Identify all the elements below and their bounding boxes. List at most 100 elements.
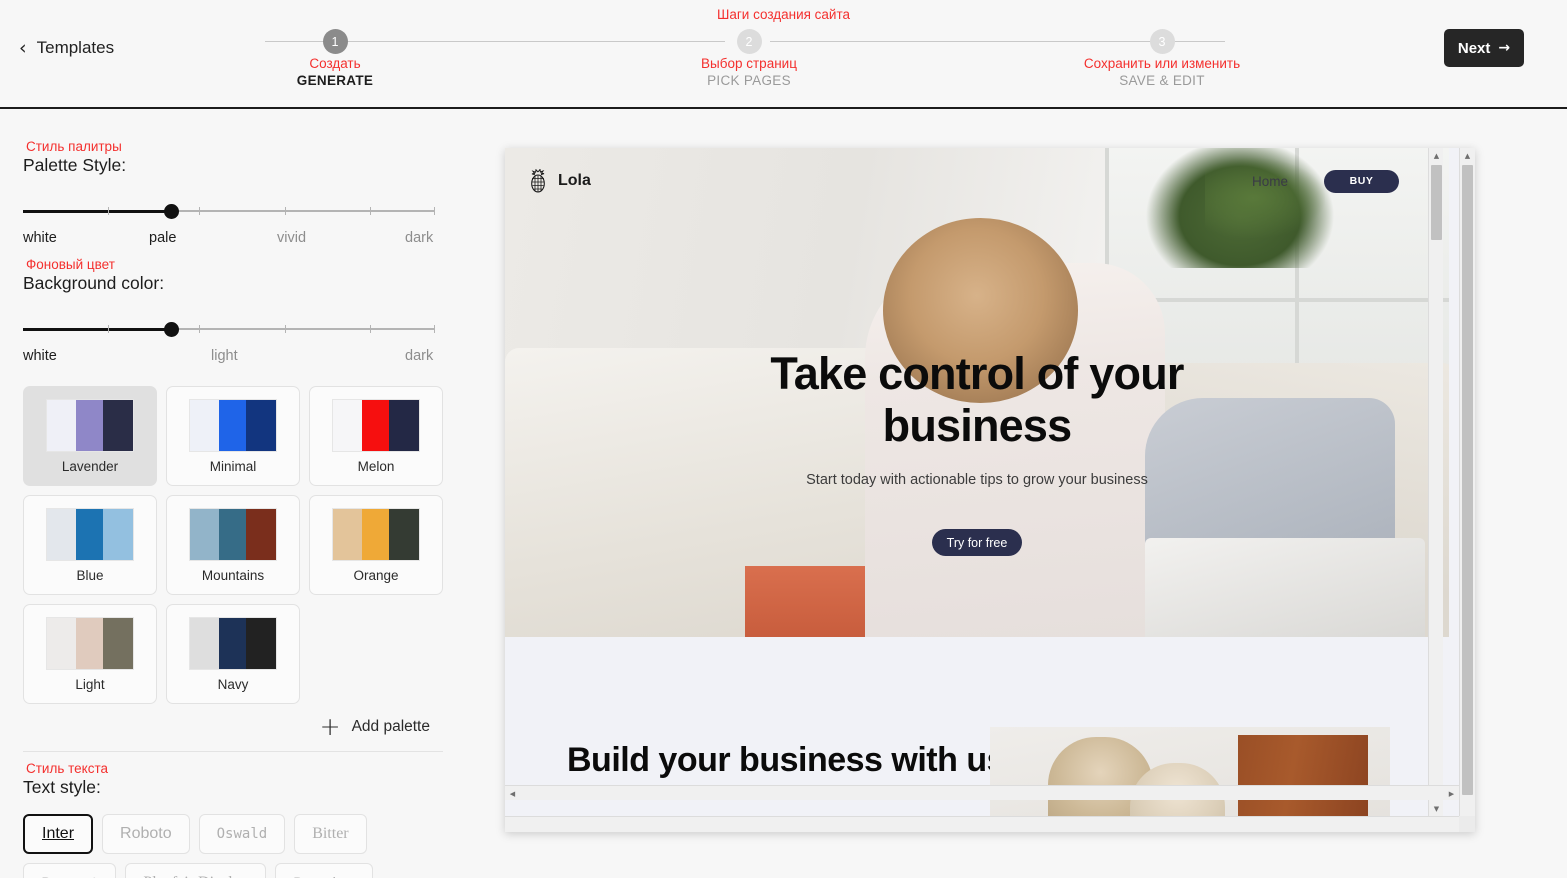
- step-number-2: 2: [736, 29, 762, 54]
- preview-outer-vertical-scrollbar[interactable]: ▲ ▼: [1459, 148, 1475, 832]
- palette-swatch: [189, 507, 277, 561]
- step-label-ru-1: Создать: [309, 56, 361, 71]
- site-logo[interactable]: Lola: [527, 169, 591, 193]
- font-option-roboto[interactable]: Roboto: [102, 814, 190, 854]
- hero-heading: Take control of your business: [770, 348, 1184, 451]
- palette-swatch: [189, 616, 277, 670]
- slider-label-pale[interactable]: pale: [149, 230, 176, 246]
- scroll-up-arrow-icon[interactable]: ▲: [1460, 148, 1475, 163]
- step-progress: 1 Создать GENERATE 2 Выбор страниц PICK …: [245, 29, 1250, 88]
- step-item-save-edit[interactable]: 3 Сохранить или изменить SAVE & EDIT: [1037, 29, 1287, 89]
- step-label-en-1: GENERATE: [296, 73, 374, 88]
- slider-fill: [23, 209, 172, 213]
- palette-style-slider[interactable]: [23, 203, 435, 219]
- scroll-right-arrow-icon[interactable]: ▶: [1444, 786, 1459, 801]
- palette-card-light[interactable]: Light: [23, 604, 157, 704]
- palette-card-navy[interactable]: Navy: [166, 604, 300, 704]
- text-style-label-ru: Стиль текста: [26, 761, 109, 776]
- swatch-color: [388, 508, 419, 560]
- step-label-ru-3: Сохранить или изменить: [1083, 56, 1241, 71]
- step-label-en-2: PICK PAGES: [707, 73, 791, 88]
- palette-name: Minimal: [209, 458, 257, 474]
- nav-link-home[interactable]: Home: [1252, 174, 1288, 189]
- add-palette-label: Add palette: [351, 718, 430, 735]
- swatch-color: [219, 399, 246, 451]
- scrollbar-corner: [1459, 816, 1475, 832]
- add-palette-button[interactable]: + Add palette: [0, 712, 430, 741]
- palette-swatch: [189, 398, 277, 452]
- step-item-generate[interactable]: 1 Создать GENERATE: [210, 29, 460, 89]
- scroll-down-arrow-icon[interactable]: ▼: [1429, 801, 1444, 816]
- font-option-playfair-display[interactable]: Playfair Display: [125, 863, 266, 878]
- hero-content: Take control of your business Start toda…: [505, 348, 1449, 556]
- slider-tick: [370, 325, 371, 333]
- buy-button[interactable]: BUY: [1324, 169, 1399, 193]
- font-option-bitter[interactable]: Bitter: [294, 814, 367, 854]
- pineapple-icon: [531, 169, 545, 193]
- swatch-color: [333, 399, 363, 451]
- back-to-templates-link[interactable]: ‹ Templates: [19, 38, 114, 58]
- palette-swatch: [46, 616, 134, 670]
- font-option-oswald[interactable]: Oswald: [198, 814, 286, 854]
- swatch-color: [76, 617, 103, 669]
- font-option-poppins[interactable]: Poppins: [274, 863, 373, 878]
- slider-label-light[interactable]: light: [211, 348, 238, 364]
- slider-tick: [285, 207, 286, 215]
- slider-tick: [199, 325, 200, 333]
- palette-card-orange[interactable]: Orange: [309, 495, 443, 595]
- hero-cta-button[interactable]: Try for free: [932, 529, 1022, 556]
- slider-tick: [108, 325, 109, 333]
- palette-name: Lavender: [61, 458, 119, 474]
- slider-label-white[interactable]: white: [23, 230, 57, 246]
- swatch-color: [362, 508, 389, 560]
- site-navbar: Lola Home BUY: [505, 148, 1449, 214]
- background-color-label-ru: Фоновый цвет: [26, 257, 115, 272]
- font-option-prompt[interactable]: Prompt: [23, 863, 117, 878]
- slider-tick: [108, 207, 109, 215]
- preview-outer-horizontal-scrollbar[interactable]: [505, 816, 1475, 832]
- palette-style-slider-thumb[interactable]: [163, 204, 179, 219]
- section2-heading: Build your business with us: [567, 741, 1006, 779]
- font-option-inter[interactable]: Inter: [23, 814, 94, 854]
- site-preview-viewport[interactable]: Lola Home BUY Take control of your busin…: [505, 148, 1459, 816]
- slider-label-white[interactable]: white: [23, 348, 57, 364]
- scroll-left-arrow-icon[interactable]: ◀: [505, 786, 520, 801]
- palette-name: Mountains: [201, 567, 265, 583]
- background-color-slider[interactable]: [23, 321, 435, 337]
- palette-name: Blue: [76, 567, 104, 583]
- swatch-color: [47, 399, 77, 451]
- swatch-color: [190, 399, 220, 451]
- palette-card-lavender[interactable]: Lavender: [23, 386, 157, 486]
- palette-swatch: [46, 507, 134, 561]
- slider-tick: [434, 325, 435, 333]
- slider-tick: [285, 325, 286, 333]
- swatch-color: [245, 399, 276, 451]
- slider-label-dark[interactable]: dark: [405, 230, 433, 246]
- next-button[interactable]: Next →: [1444, 29, 1524, 67]
- swatch-color: [190, 508, 220, 560]
- preview-inner-horizontal-scrollbar[interactable]: ◀ ▶: [505, 785, 1459, 800]
- site-logo-text: Lola: [558, 172, 591, 189]
- palette-card-mountains[interactable]: Mountains: [166, 495, 300, 595]
- plus-icon: +: [319, 712, 341, 741]
- palette-card-blue[interactable]: Blue: [23, 495, 157, 595]
- palette-card-melon[interactable]: Melon: [309, 386, 443, 486]
- preview-outer-scroll-thumb[interactable]: [1462, 165, 1473, 795]
- palette-style-slider-labels: white pale vivid dark: [23, 230, 435, 248]
- background-color-slider-labels: white light dark: [23, 348, 435, 366]
- palette-swatch: [332, 398, 420, 452]
- slider-tick: [199, 207, 200, 215]
- palette-name: Light: [75, 676, 105, 692]
- slider-label-vivid[interactable]: vivid: [277, 230, 306, 246]
- swatch-color: [47, 508, 77, 560]
- hero-subheading: Start today with actionable tips to grow…: [806, 472, 1148, 488]
- steps-title: Шаги создания сайта: [716, 7, 851, 22]
- step-item-pick-pages[interactable]: 2 Выбор страниц PICK PAGES: [624, 29, 874, 89]
- hero-section: Lola Home BUY Take control of your busin…: [505, 148, 1449, 637]
- palette-style-label: Palette Style:: [23, 155, 127, 175]
- step-label-ru-2: Выбор страниц: [701, 56, 797, 71]
- palette-card-minimal[interactable]: Minimal: [166, 386, 300, 486]
- slider-label-dark[interactable]: dark: [405, 348, 433, 364]
- palette-swatch: [46, 398, 134, 452]
- background-color-slider-thumb[interactable]: [163, 322, 179, 337]
